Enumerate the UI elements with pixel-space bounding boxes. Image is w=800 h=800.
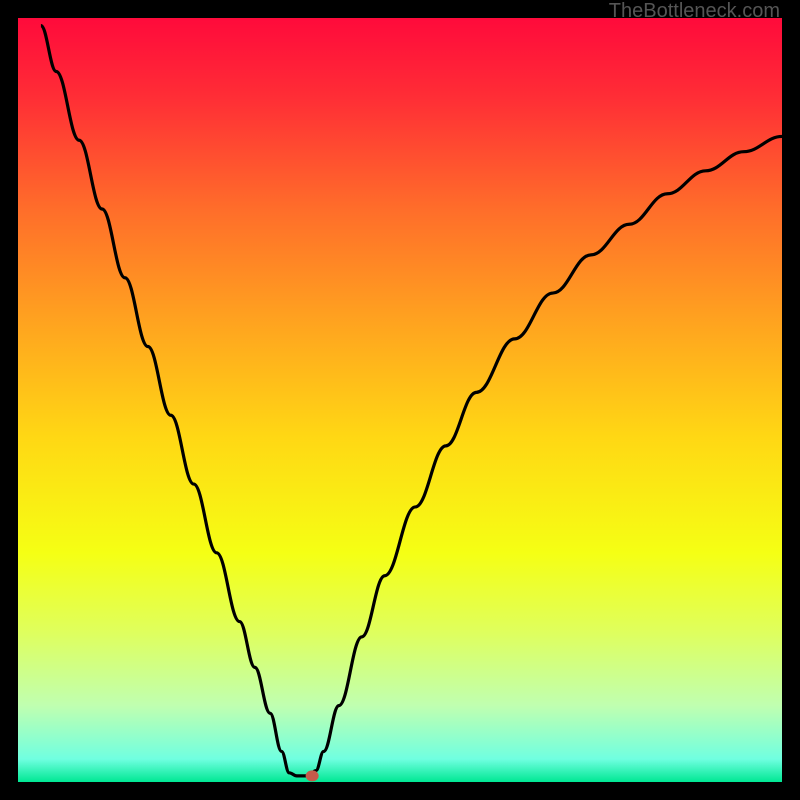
bottleneck-chart xyxy=(18,18,782,782)
watermark-text: TheBottleneck.com xyxy=(609,0,780,23)
chart-frame xyxy=(18,18,782,782)
chart-background xyxy=(18,18,782,782)
optimal-point-marker xyxy=(306,770,319,781)
